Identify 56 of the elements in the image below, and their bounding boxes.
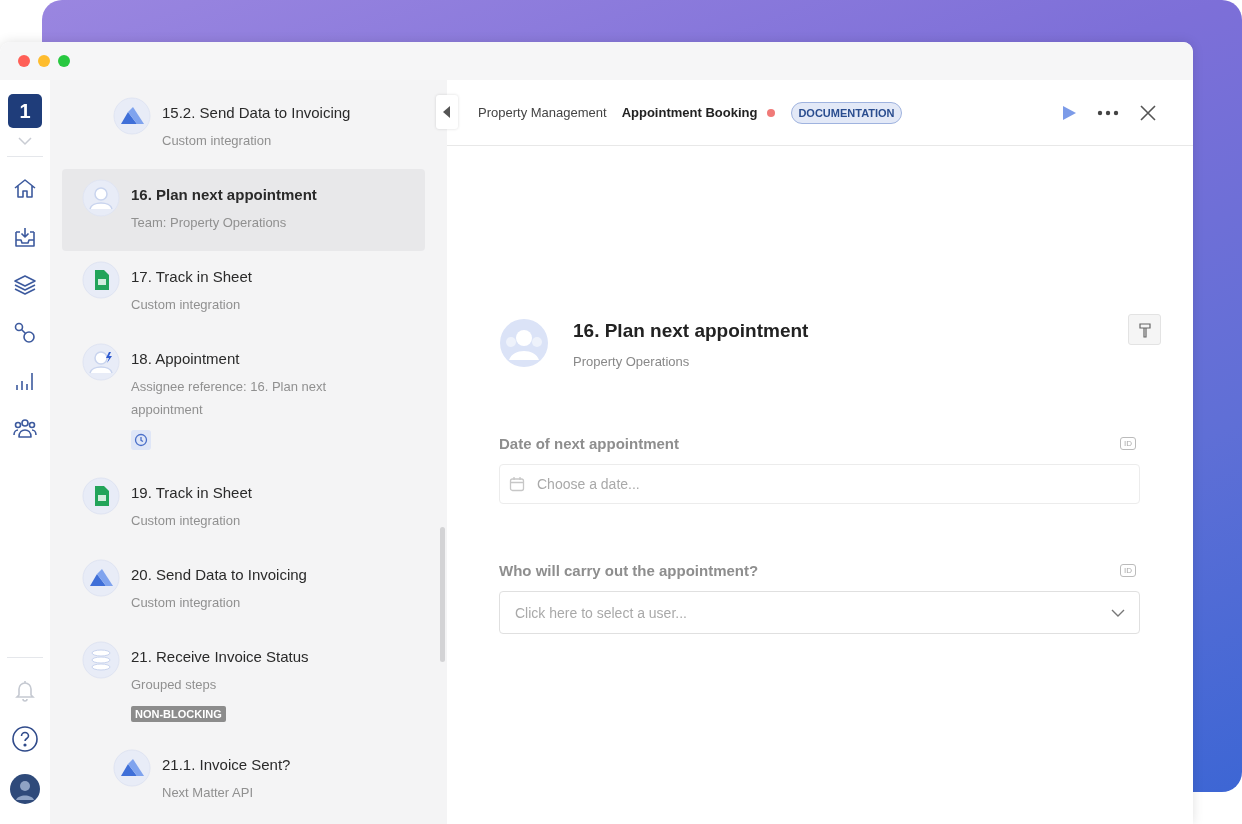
- mountain-icon: [113, 97, 151, 135]
- field-label: Date of next appointment: [499, 435, 679, 452]
- step-title: 16. Plan next appointment: [573, 320, 809, 342]
- mountain-icon: [82, 559, 120, 597]
- field-label: Who will carry out the appointment?: [499, 562, 759, 579]
- breadcrumb-link[interactable]: Property Management: [478, 105, 607, 120]
- spreadsheet-icon: [82, 477, 120, 515]
- step-item[interactable]: 21. Receive Invoice Status Grouped steps NON-BLOCKING: [62, 631, 425, 739]
- help-icon[interactable]: [10, 724, 40, 754]
- date-field[interactable]: Choose a date...: [499, 464, 1140, 504]
- mountain-icon: [113, 749, 151, 787]
- documentation-badge[interactable]: DOCUMENTATION: [791, 101, 902, 124]
- step-subtitle: Assignee reference: 16. Plan next appointment: [131, 378, 328, 419]
- stack-icon: [82, 641, 120, 679]
- step-item[interactable]: 19. Track in Sheet Custom integration: [62, 467, 425, 549]
- step-title: 16. Plan next appointment: [131, 185, 317, 205]
- step-title: 20. Send Data to Invoicing: [131, 565, 307, 585]
- user-select[interactable]: Click here to select a user...: [499, 591, 1140, 634]
- hammer-icon: [1138, 321, 1151, 338]
- step-title: 19. Track in Sheet: [131, 483, 252, 503]
- step-item[interactable]: 15.2. Send Data to Invoicing Custom integration: [62, 87, 425, 169]
- more-icon[interactable]: [1097, 109, 1119, 116]
- step-item[interactable]: 21.1. Invoice Sent? Next Matter API: [62, 739, 425, 821]
- caret-left-icon: [443, 106, 451, 118]
- step-subtitle: Team: Property Operations: [131, 214, 287, 232]
- step-title: 15.2. Send Data to Invoicing: [162, 103, 351, 123]
- user-avatar[interactable]: [10, 774, 40, 804]
- chevron-down-icon[interactable]: [1111, 609, 1125, 617]
- step-title: 21. Receive Invoice Status: [131, 647, 309, 667]
- team-avatar-icon: [82, 179, 120, 217]
- user-bolt-icon: [82, 343, 120, 381]
- step-item[interactable]: 18. Appointment Assignee reference: 16. Plan next appointment: [62, 333, 425, 467]
- step-title: 18. Appointment: [131, 349, 240, 369]
- step-title: 17. Track in Sheet: [131, 267, 252, 287]
- step-subtitle: Custom integration: [131, 512, 241, 530]
- clock-icon: [131, 430, 151, 450]
- step-subtitle: Next Matter API: [162, 784, 254, 802]
- step-subtitle: Custom integration: [131, 296, 241, 314]
- team-avatar-icon: [499, 318, 549, 368]
- scrollbar[interactable]: [440, 527, 445, 662]
- step-subtitle: Custom integration: [131, 594, 241, 612]
- workspace-logo[interactable]: 1: [8, 94, 42, 128]
- play-icon[interactable]: [1061, 104, 1077, 121]
- step-subtitle: Property Operations: [573, 354, 691, 369]
- status-tag: NON-BLOCKING: [131, 706, 226, 722]
- step-title: 21.1. Invoice Sent?: [162, 755, 291, 775]
- step-item[interactable]: 17. Track in Sheet Custom integration: [62, 251, 425, 333]
- step-item[interactable]: 20. Send Data to Invoicing Custom integration: [62, 549, 425, 631]
- step-item[interactable]: 16. Plan next appointment Team: Property Operations: [62, 169, 425, 251]
- close-window-button[interactable]: [18, 55, 30, 67]
- step-subtitle: Grouped steps: [131, 676, 217, 694]
- step-subtitle: Custom integration: [162, 132, 272, 150]
- close-icon[interactable]: [1139, 103, 1157, 122]
- breadcrumb-link[interactable]: Appointment Booking: [621, 105, 758, 120]
- collapse-button[interactable]: [436, 95, 458, 129]
- spreadsheet-icon: [82, 261, 120, 299]
